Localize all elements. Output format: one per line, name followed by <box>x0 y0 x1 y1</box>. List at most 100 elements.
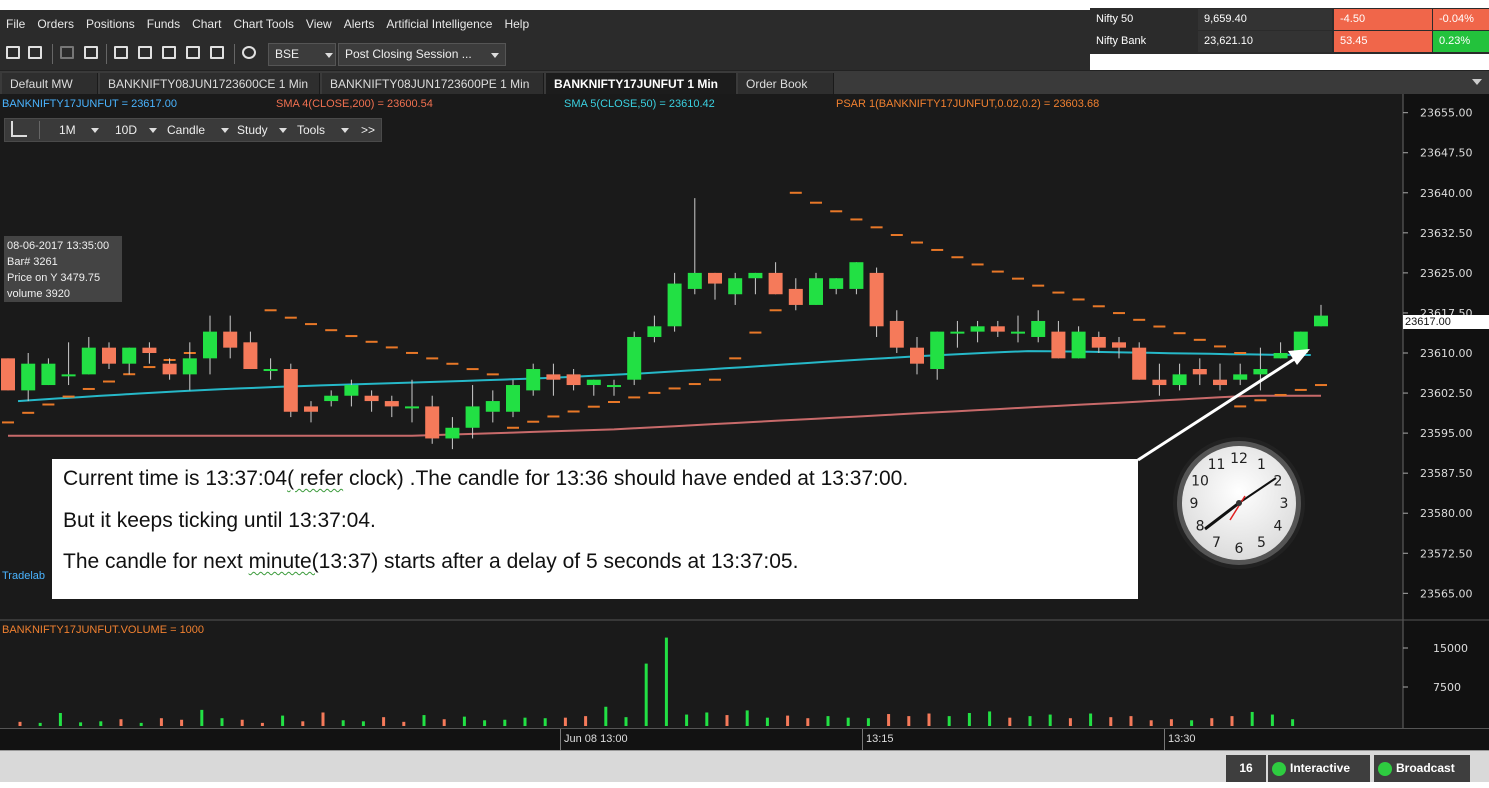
candle <box>990 326 1005 332</box>
ticker-pct: 0.23% <box>1433 31 1489 52</box>
tab-order-book[interactable]: Order Book <box>738 73 834 95</box>
candle <box>1192 369 1207 375</box>
menu-item-file[interactable]: File <box>6 17 25 31</box>
toolbar-separator <box>234 44 235 64</box>
candle <box>1253 369 1268 375</box>
time-tick <box>862 729 863 751</box>
candle <box>1314 315 1328 327</box>
save-icon[interactable] <box>28 46 42 59</box>
candle <box>485 401 500 412</box>
sma4-line <box>8 394 1321 437</box>
menu-item-artificial-intelligence[interactable]: Artificial Intelligence <box>386 17 492 31</box>
volume-bar <box>1250 711 1254 726</box>
volume-bar <box>624 717 628 726</box>
bank-icon[interactable] <box>162 46 176 59</box>
volume-bar <box>79 722 83 726</box>
menu-item-help[interactable]: Help <box>504 17 529 31</box>
menu-item-orders[interactable]: Orders <box>37 17 74 31</box>
candle <box>506 385 520 412</box>
market-ticker: Nifty 50 9,659.40 -4.50 -0.04% Nifty Ban… <box>1090 8 1489 54</box>
candle <box>1233 374 1248 380</box>
volume-bar <box>1149 720 1153 726</box>
ticker-row-nifty50[interactable]: Nifty 50 9,659.40 -4.50 -0.04% <box>1090 9 1489 31</box>
status-dot-icon <box>1272 762 1286 776</box>
briefcase-icon[interactable] <box>210 46 224 59</box>
toolbar: BSE Post Closing Session ... <box>0 38 1090 70</box>
menu-item-positions[interactable]: Positions <box>86 17 135 31</box>
swap-icon[interactable] <box>138 46 152 59</box>
candle <box>142 347 157 353</box>
new-window-icon[interactable] <box>6 46 20 59</box>
volume-bar <box>301 721 305 726</box>
session-select[interactable]: Post Closing Session ... <box>338 43 506 66</box>
volume-bar <box>745 710 749 726</box>
psar-points <box>2 191 1327 429</box>
candle <box>122 347 137 364</box>
menu-item-view[interactable]: View <box>306 17 332 31</box>
volume-bar <box>1068 718 1072 726</box>
price-tick-label: 23625.00 <box>1420 267 1473 280</box>
volume-bar <box>725 715 729 726</box>
volume-bar <box>442 719 446 726</box>
tab-pe-chart[interactable]: BANKNIFTY08JUN1723600PE 1 Min <box>322 73 544 95</box>
card-icon[interactable] <box>186 46 200 59</box>
candle <box>1112 342 1126 348</box>
sma5-line <box>17 350 1311 403</box>
ticker-row-niftybank[interactable]: Nifty Bank 23,621.10 53.45 0.23% <box>1090 31 1489 53</box>
chart-panel[interactable]: BANKNIFTY17JUNFUT = 23617.00 SMA 4(CLOSE… <box>0 94 1489 728</box>
volume-bar <box>705 712 709 726</box>
chevron-down-icon <box>325 53 333 58</box>
candle <box>748 272 763 279</box>
price-tick-label: 23565.00 <box>1420 587 1473 600</box>
time-label: 13:15 <box>866 733 894 745</box>
exchange-select[interactable]: BSE <box>268 43 336 66</box>
candle <box>324 395 339 402</box>
candle <box>21 363 36 391</box>
interactive-status[interactable]: Interactive <box>1268 755 1370 782</box>
refresh-icon[interactable] <box>242 46 256 59</box>
menu-bar: File Orders Positions Funds Chart Chart Tools… <box>0 10 1090 38</box>
volume-bar <box>786 715 790 726</box>
chart-icon[interactable] <box>60 46 74 59</box>
volume-bar <box>1048 714 1052 726</box>
tab-ce-chart[interactable]: BANKNIFTY08JUN1723600CE 1 Min <box>100 73 320 95</box>
price-tick-label: 23580.00 <box>1420 507 1473 520</box>
candle <box>788 288 803 305</box>
annotation-line-3: The candle for next minute(13:37) starts… <box>63 550 799 573</box>
time-tick <box>1164 729 1165 751</box>
price-tick-label: 23595.00 <box>1420 427 1473 440</box>
menu-item-chart-tools[interactable]: Chart Tools <box>233 17 293 31</box>
candle <box>41 363 56 386</box>
time-axis: Jun 08 13:00 13:15 13:30 <box>0 728 1489 751</box>
tab-default-mw[interactable]: Default MW <box>2 73 98 95</box>
chevron-down-icon[interactable] <box>1472 79 1482 85</box>
chevron-down-icon <box>491 53 499 58</box>
flight-icon[interactable] <box>84 46 98 59</box>
volume-bar <box>462 716 466 726</box>
ticker-change: 53.45 <box>1334 31 1432 52</box>
candle <box>627 336 642 380</box>
volume-bar <box>1291 719 1295 726</box>
menu-item-chart[interactable]: Chart <box>192 17 221 31</box>
book-icon[interactable] <box>114 46 128 59</box>
candle <box>849 262 864 289</box>
volume-bar <box>1190 720 1194 726</box>
candle <box>546 374 561 380</box>
tab-fut-chart[interactable]: BANKNIFTY17JUNFUT 1 Min ✕ <box>546 73 736 113</box>
price-chart[interactable]: 23655.00 23647.50 23640.00 23632.50 23625.00… <box>0 94 1489 728</box>
volume-bar <box>1270 714 1274 726</box>
volume-bar <box>1129 716 1133 726</box>
clock-icon: 12 12 3 45678 9 1011 <box>1173 437 1305 569</box>
broadcast-status[interactable]: Broadcast <box>1374 755 1470 782</box>
clock-number: 9 <box>1190 496 1199 512</box>
volume-bar <box>866 718 870 726</box>
volume-bar <box>826 716 830 726</box>
menu-item-funds[interactable]: Funds <box>147 17 180 31</box>
clock-number: 8 <box>1196 519 1205 535</box>
time-label: Jun 08 13:00 <box>564 733 628 745</box>
menu-item-alerts[interactable]: Alerts <box>344 17 375 31</box>
candle <box>566 374 581 386</box>
volume-bar <box>1109 717 1113 726</box>
last-price-tag: 23617.00 <box>1403 315 1489 329</box>
candle <box>728 278 743 295</box>
